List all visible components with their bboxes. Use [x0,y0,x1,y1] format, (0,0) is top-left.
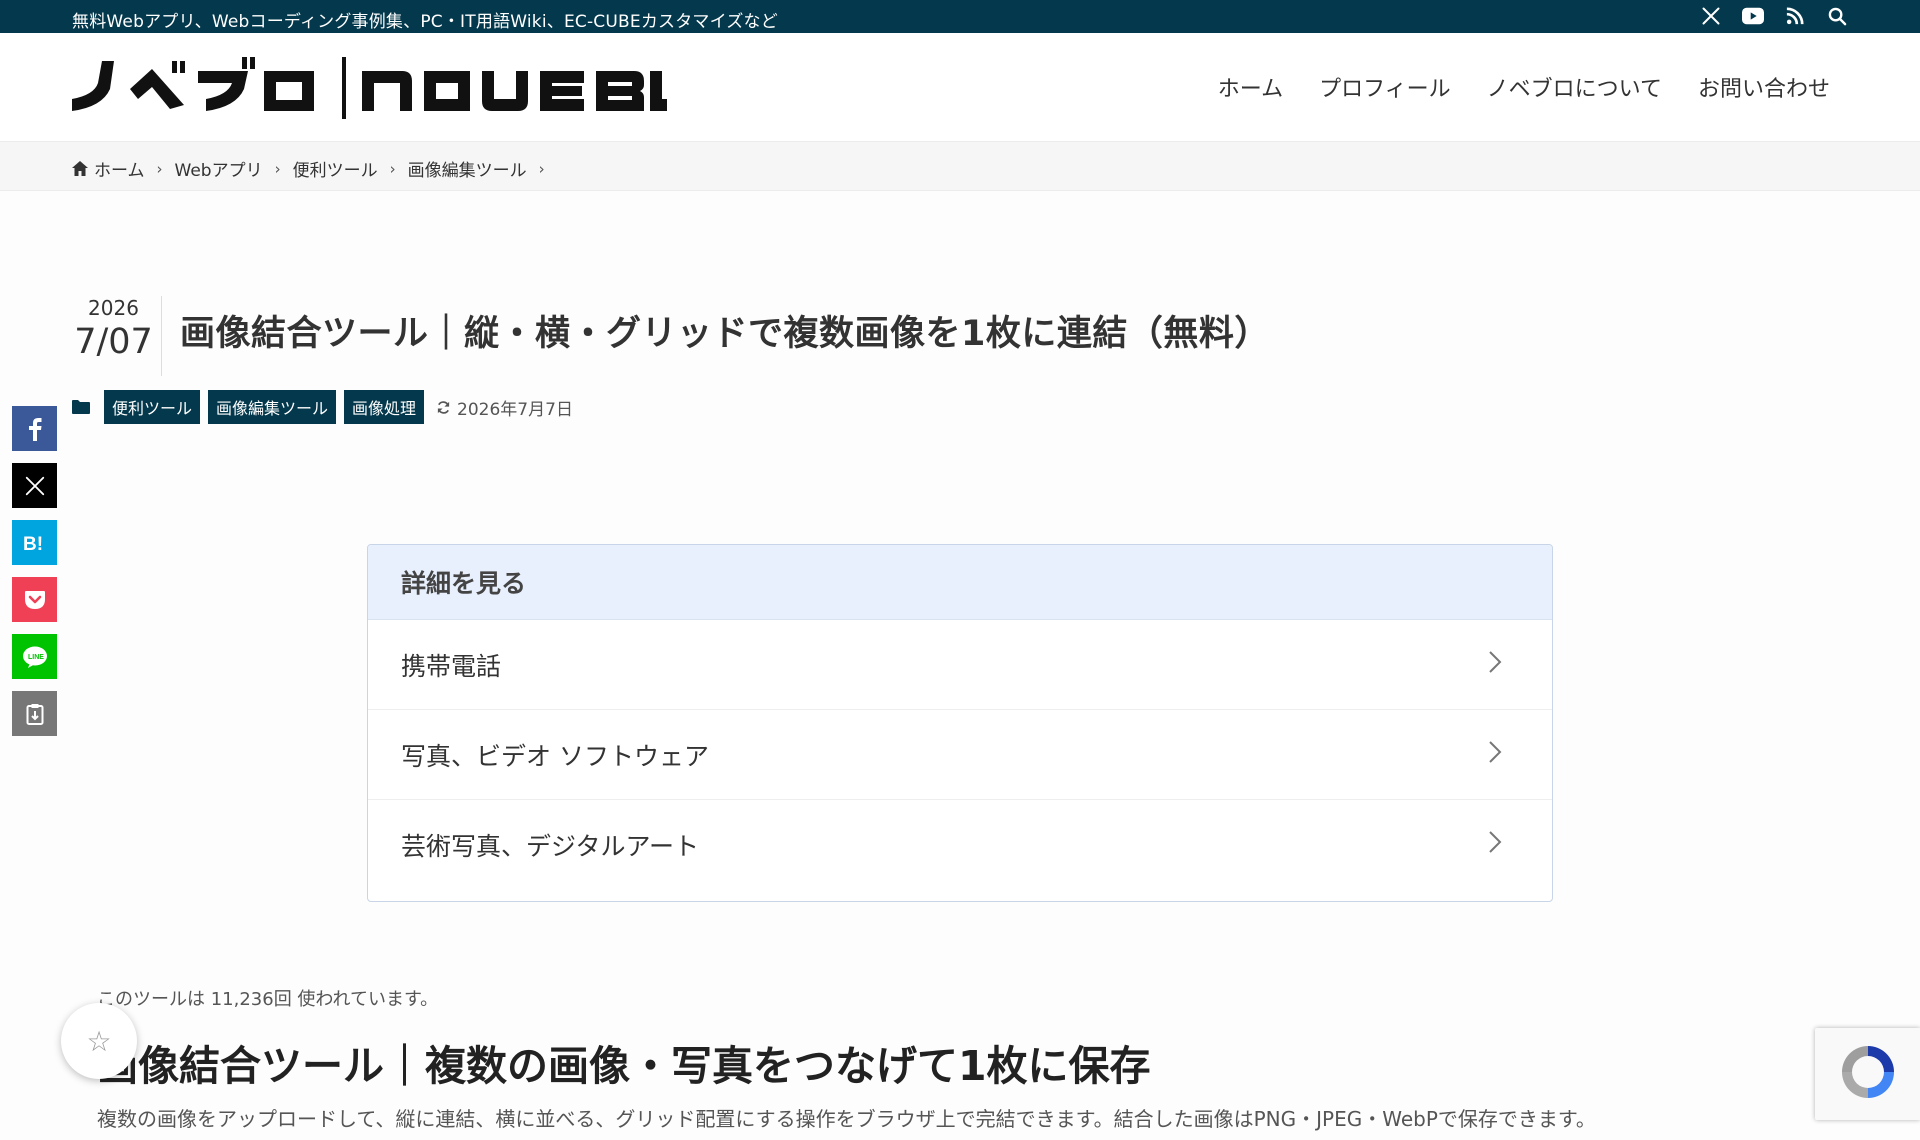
details-row[interactable]: 芸術写真、デジタルアート [368,800,1552,890]
top-bar: 無料Webアプリ、Webコーディング事例集、PC・IT用語Wiki、EC-CUB… [0,0,1920,33]
line-icon[interactable]: LINE [12,634,57,679]
chevron-right-icon [1488,740,1502,770]
section-description: 複数の画像をアップロードして、縦に連結、横に並べる、グリッド配置にする操作をブラ… [97,1107,1596,1131]
details-box: 詳細を見る 携帯電話 写真、ビデオ ソフトウェア 芸術写真、デジタルアート [367,544,1553,902]
site-header: ホーム プロフィール ノベブロについて お問い合わせ [0,33,1920,141]
usage-count: このツールは 11,236回 使われています。 [97,989,439,1010]
breadcrumb: ホーム › Webアプリ › 便利ツール › 画像編集ツール › [0,141,1920,191]
search-icon[interactable] [1826,5,1848,27]
category-tag[interactable]: 画像処理 [344,390,425,424]
post-meta: 便利ツール 画像編集ツール 画像処理 2026年7月7日 [72,390,573,424]
svg-text:B!: B! [23,534,43,554]
rss-icon[interactable] [1784,5,1806,27]
global-nav: ホーム プロフィール ノベブロについて お問い合わせ [1218,71,1830,103]
site-tagline: 無料Webアプリ、Webコーディング事例集、PC・IT用語Wiki、EC-CUB… [72,12,778,32]
chevron-right-icon [1488,650,1502,680]
updated-date-text: 2026年7月7日 [457,399,573,420]
nav-contact[interactable]: お問い合わせ [1698,71,1830,103]
post-date-year: 2026 [88,296,139,320]
share-buttons: B! LINE [12,406,57,736]
recaptcha-icon [1836,1040,1900,1108]
nav-home[interactable]: ホーム [1218,71,1283,103]
page-title: 画像結合ツール｜縦・横・グリッドで複数画像を1枚に連結（無料） [180,314,1270,354]
youtube-icon[interactable] [1742,5,1764,27]
x-icon[interactable] [12,463,57,508]
facebook-icon[interactable] [12,406,57,451]
breadcrumb-webapp[interactable]: Webアプリ [175,156,263,181]
recaptcha-badge[interactable] [1815,1028,1920,1120]
chevron-right-icon: › [389,159,396,178]
chevron-right-icon: › [274,159,281,178]
details-header: 詳細を見る [368,545,1552,620]
top-bar-icons [1700,5,1848,27]
nav-profile[interactable]: プロフィール [1319,71,1451,103]
chevron-right-icon: › [538,159,545,178]
favorite-button[interactable]: ☆ [61,1003,137,1079]
post-date: 2026 7/07 [72,296,162,376]
breadcrumb-image-tools[interactable]: 画像編集ツール [408,156,527,181]
chevron-right-icon: › [156,159,163,178]
svg-text:LINE: LINE [28,654,44,661]
breadcrumb-home[interactable]: ホーム [94,156,145,181]
post-date-md: 7/07 [74,322,153,362]
clipboard-icon[interactable] [12,691,57,736]
x-icon[interactable] [1700,5,1722,27]
nav-about[interactable]: ノベブロについて [1487,71,1662,103]
refresh-icon [436,400,451,415]
pocket-icon[interactable] [12,577,57,622]
updated-date: 2026年7月7日 [436,395,573,420]
details-row-label: 写真、ビデオ ソフトウェア [401,741,709,771]
site-logo[interactable] [72,55,667,121]
chevron-right-icon [1488,830,1502,860]
star-icon: ☆ [86,1024,112,1058]
details-row-label: 芸術写真、デジタルアート [401,832,700,861]
details-row-label: 携帯電話 [401,651,502,681]
home-icon [72,161,88,176]
folder-icon [72,400,90,414]
details-row[interactable]: 携帯電話 [368,620,1552,710]
details-row[interactable]: 写真、ビデオ ソフトウェア [368,710,1552,800]
category-tag[interactable]: 便利ツール [104,390,201,424]
breadcrumb-tools[interactable]: 便利ツール [293,156,378,181]
hatena-icon[interactable]: B! [12,520,57,565]
category-tag[interactable]: 画像編集ツール [208,390,337,424]
section-title: 画像結合ツール｜複数の画像・写真をつなげて1枚に保存 [97,1042,1151,1090]
